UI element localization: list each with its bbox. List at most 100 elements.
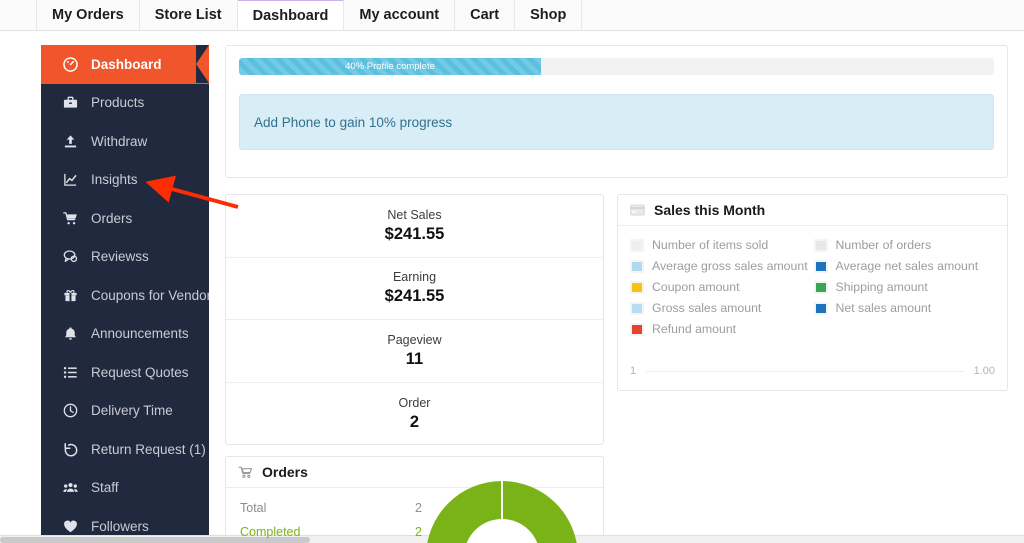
stat-pageview: Pageview 11: [226, 320, 603, 383]
orders-donut-chart: [426, 481, 578, 543]
profile-completeness-card: 40% Profile complete Add Phone to gain 1…: [225, 45, 1008, 178]
shopping-cart-icon: [238, 465, 253, 479]
stat-value: 11: [405, 349, 424, 368]
legend-label: Refund amount: [652, 322, 737, 336]
topnav-label: My account: [359, 7, 440, 23]
order-row-value: 2: [415, 525, 422, 539]
legend-swatch: [813, 301, 828, 315]
stats-card: Net Sales $241.55 Earning $241.55 Pagevi…: [225, 194, 604, 445]
speedometer-icon: [57, 56, 83, 72]
legend-item[interactable]: Gross sales amount: [630, 301, 814, 315]
sidebar-item-withdraw[interactable]: Withdraw: [41, 122, 209, 161]
profile-progress-label: 40% Profile complete: [345, 61, 435, 72]
order-row: Completed 2: [240, 520, 422, 543]
legend-label: Average gross sales amount: [652, 259, 808, 273]
sidebar-item-announcements[interactable]: Announcements: [41, 315, 209, 354]
sidebar-item-label: Dashboard: [91, 56, 162, 72]
stat-earning: Earning $241.55: [226, 258, 603, 320]
users-icon: [57, 480, 83, 495]
legend-item[interactable]: Number of items sold: [630, 238, 814, 252]
sidebar-item-coupons-for-vendors[interactable]: Coupons for Vendors: [41, 276, 209, 315]
topnav-label: Dashboard: [252, 7, 329, 24]
topnav-item-dashboard[interactable]: Dashboard: [237, 0, 345, 30]
sales-chart-axis: 1 1.00: [630, 365, 995, 377]
credit-card-icon: [630, 204, 645, 216]
topnav-label: My Orders: [52, 7, 124, 23]
topnav-label: Cart: [470, 7, 500, 23]
order-row: Total 2: [240, 496, 422, 520]
topnav-label: Shop: [530, 7, 567, 23]
sidebar-item-staff[interactable]: Staff: [41, 469, 209, 508]
sidebar-item-delivery-time[interactable]: Delivery Time: [41, 392, 209, 431]
legend-item[interactable]: Coupon amount: [630, 280, 814, 294]
sidebar-item-reviews[interactable]: Reviewss: [41, 238, 209, 277]
legend-swatch: [630, 301, 644, 315]
sidebar-item-request-quotes[interactable]: Request Quotes: [41, 353, 209, 392]
stat-value: $241.55: [384, 287, 445, 306]
stat-label: Order: [398, 395, 431, 410]
briefcase-icon: [57, 95, 83, 110]
legend-item[interactable]: Shipping amount: [813, 280, 998, 294]
sidebar-item-dashboard[interactable]: Dashboard: [41, 45, 209, 84]
topnav-item-my-account[interactable]: My account: [344, 0, 456, 30]
legend-swatch: [813, 280, 828, 294]
legend-label: Number of orders: [835, 238, 932, 252]
sidebar-item-products[interactable]: Products: [41, 84, 209, 123]
sidebar-item-label: Delivery Time: [91, 403, 173, 419]
sidebar-item-label: Orders: [91, 210, 133, 226]
profile-progress-fill: 40% Profile complete: [239, 58, 541, 75]
main-content: 40% Profile complete Add Phone to gain 1…: [209, 31, 1024, 543]
shopping-cart-icon: [57, 211, 83, 226]
donut-split-line: [501, 481, 503, 521]
profile-notice-text: Add Phone to gain 10% progress: [254, 114, 453, 130]
axis-max-label: 1.00: [973, 365, 995, 377]
sidebar-item-insights[interactable]: Insights: [41, 161, 209, 200]
list-icon: [57, 365, 83, 380]
topnav-item-shop[interactable]: Shop: [515, 0, 583, 30]
legend-item[interactable]: Number of orders: [813, 238, 998, 252]
top-navigation-bar: My Orders Store List Dashboard My accoun…: [0, 0, 1024, 31]
profile-progress-bar: 40% Profile complete: [239, 58, 994, 75]
legend-label: Number of items sold: [652, 238, 769, 252]
legend-label: Coupon amount: [652, 280, 740, 294]
comments-icon: [57, 249, 83, 264]
orders-summary-list: Total 2 Completed 2 Pending 0 Processing…: [226, 488, 436, 543]
vendor-sidebar: Dashboard Products Withdraw Insights Ord: [41, 45, 209, 543]
topnav-item-cart[interactable]: Cart: [455, 0, 516, 30]
legend-item[interactable]: Average net sales amount: [813, 259, 998, 273]
legend-label: Average net sales amount: [835, 259, 979, 273]
gift-icon: [57, 288, 83, 303]
legend-swatch: [630, 322, 644, 336]
upload-icon: [57, 134, 83, 149]
legend-label: Gross sales amount: [652, 301, 762, 315]
sidebar-item-label: Announcements: [91, 326, 189, 342]
stat-order: Order 2: [226, 383, 603, 446]
sidebar-item-label: Staff: [91, 480, 119, 496]
legend-label: Shipping amount: [835, 280, 928, 294]
stat-value: $241.55: [384, 224, 445, 243]
profile-notice[interactable]: Add Phone to gain 10% progress: [239, 94, 994, 150]
order-row-value: 2: [415, 501, 422, 515]
sidebar-item-label: Reviewss: [91, 249, 149, 265]
legend-item[interactable]: Refund amount: [630, 322, 814, 336]
sidebar-item-label: Followers: [91, 518, 149, 534]
orders-card-title: Orders: [262, 464, 308, 480]
stat-label: Earning: [392, 270, 437, 285]
legend-item[interactable]: Average gross sales amount: [630, 259, 814, 273]
sales-legend: Number of items sold Number of orders Av…: [618, 226, 1007, 340]
topnav-item-my-orders[interactable]: My Orders: [36, 0, 140, 30]
sidebar-item-label: Coupons for Vendors: [91, 287, 209, 303]
clock-icon: [57, 403, 83, 418]
topnav-label: Store List: [154, 7, 222, 23]
stat-label: Pageview: [387, 332, 442, 347]
sidebar-item-return-request[interactable]: Return Request (1): [41, 430, 209, 469]
undo-icon: [57, 442, 83, 457]
topnav-item-store-list[interactable]: Store List: [139, 0, 238, 30]
legend-item[interactable]: Net sales amount: [813, 301, 998, 315]
sidebar-item-orders[interactable]: Orders: [41, 199, 209, 238]
dashboard-screen: My Orders Store List Dashboard My accoun…: [0, 0, 1024, 543]
left-gutter: [0, 31, 41, 543]
legend-swatch: [630, 238, 644, 252]
heart-icon: [57, 519, 83, 534]
orders-card: Orders Total 2 Completed 2 Pending 0: [225, 456, 604, 543]
